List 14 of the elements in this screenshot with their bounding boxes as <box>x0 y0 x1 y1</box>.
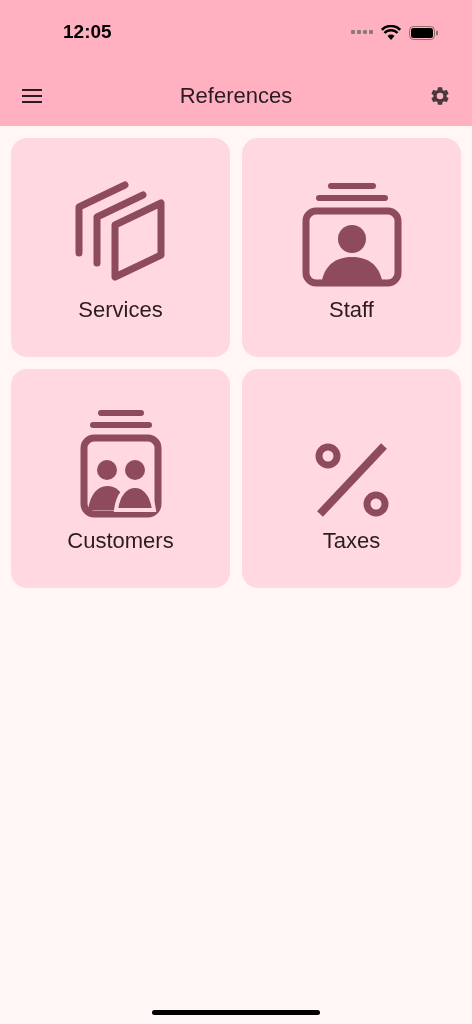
person-card-icon <box>301 183 402 287</box>
reference-tile[interactable]: Staff <box>242 138 461 357</box>
reference-tile[interactable]: Services <box>11 138 230 357</box>
reference-tile[interactable]: Customers <box>11 369 230 588</box>
signal-icon <box>351 30 373 35</box>
page-title: References <box>179 82 293 110</box>
wifi-icon <box>381 25 401 40</box>
percent-icon <box>313 442 390 518</box>
battery-icon <box>409 25 439 40</box>
settings-icon <box>429 84 451 107</box>
reference-tile[interactable]: Taxes <box>242 369 461 588</box>
people-card-icon <box>79 410 162 518</box>
status-time: 12:05 <box>63 20 112 45</box>
menu-icon <box>22 88 42 103</box>
